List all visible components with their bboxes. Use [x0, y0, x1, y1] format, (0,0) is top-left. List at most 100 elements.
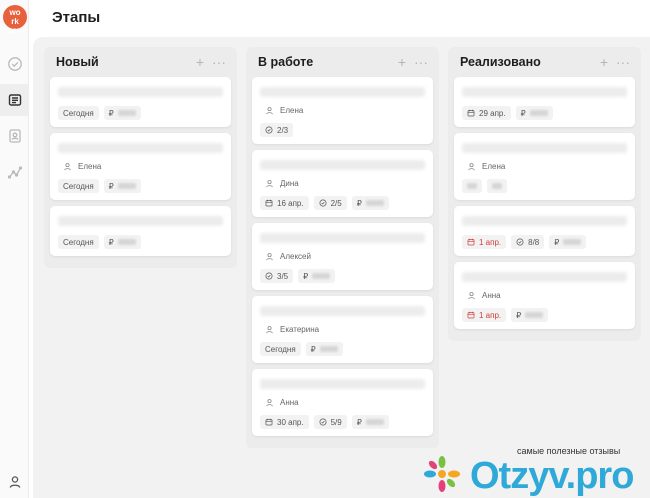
- card-title-blurred: [260, 233, 425, 243]
- date-tag: 30 апр.: [260, 415, 309, 429]
- card-assignee: Анна: [467, 291, 627, 300]
- assignee-name: Алексей: [280, 252, 311, 261]
- sidebar-item-contacts[interactable]: [0, 120, 29, 152]
- column-header: Новый + ···: [50, 47, 231, 77]
- assignee-name: Елена: [280, 106, 304, 115]
- column-actions: + ···: [196, 54, 226, 70]
- blurred-value: [467, 183, 477, 189]
- column-menu-button[interactable]: ···: [616, 54, 630, 70]
- user-icon: [266, 180, 273, 188]
- card-tags: 2/3: [260, 123, 425, 137]
- due-text: Сегодня: [265, 344, 296, 354]
- column-menu-button[interactable]: ···: [212, 54, 226, 70]
- checklist-icon: [265, 272, 273, 280]
- task-card[interactable]: 1 апр. 8/8 ₽: [454, 206, 635, 256]
- user-icon: [468, 292, 475, 300]
- date-tag: 16 апр.: [260, 196, 309, 210]
- check-circle-icon: [7, 57, 22, 71]
- currency-symbol: ₽: [108, 181, 114, 191]
- task-card[interactable]: Елена: [454, 133, 635, 200]
- column-actions: + ···: [398, 54, 428, 70]
- checklist-progress: 5/9: [330, 417, 342, 427]
- price-value-blurred: [365, 419, 384, 425]
- currency-symbol: ₽: [310, 344, 316, 354]
- column-header: Реализовано + ···: [454, 47, 635, 77]
- price-tag: ₽: [103, 235, 141, 249]
- user-icon: [266, 253, 273, 261]
- date-text: 29 апр.: [479, 108, 506, 118]
- blurred-tag: [462, 179, 482, 193]
- calendar-icon: [467, 311, 475, 319]
- card-title-blurred: [462, 272, 627, 282]
- add-card-button[interactable]: +: [196, 54, 204, 70]
- due-tag: Сегодня: [58, 235, 99, 249]
- card-assignee: Елена: [467, 162, 627, 171]
- checklist-tag: 8/8: [511, 235, 545, 249]
- price-value-blurred: [312, 273, 331, 279]
- price-value-blurred: [563, 239, 582, 245]
- column-menu-button[interactable]: ···: [414, 54, 428, 70]
- card-title-blurred: [260, 160, 425, 170]
- price-tag: ₽: [103, 179, 141, 193]
- blurred-value: [492, 183, 502, 189]
- assignee-name: Анна: [280, 398, 299, 407]
- sidebar-item-stages[interactable]: [0, 84, 29, 116]
- app-logo[interactable]: wo rk zen: [3, 5, 27, 35]
- task-card[interactable]: Анна 30 апр. 5/9 ₽: [252, 369, 433, 436]
- kanban-board: Новый + ··· Сегодня ₽ Елена Сегодня ₽ Сегодня ₽ В…: [33, 37, 650, 498]
- price-tag: ₽: [511, 308, 549, 322]
- due-text: Сегодня: [63, 237, 94, 247]
- price-tag: ₽: [305, 342, 343, 356]
- due-tag: Сегодня: [58, 106, 99, 120]
- date-tag: 1 апр.: [462, 308, 507, 322]
- card-tags: Сегодня ₽: [58, 106, 223, 120]
- otzyv-logo-icon: [424, 456, 460, 492]
- profile-button[interactable]: [0, 466, 29, 498]
- card-tags: 3/5 ₽: [260, 269, 425, 283]
- checklist-tag: 2/5: [313, 196, 347, 210]
- checklist-progress: 8/8: [528, 237, 540, 247]
- price-tag: ₽: [351, 415, 389, 429]
- checklist-tag: 2/3: [260, 123, 294, 137]
- sidebar: wo rk zen: [0, 0, 29, 498]
- task-card[interactable]: 29 апр. ₽: [454, 77, 635, 127]
- checklist-progress: 2/5: [330, 198, 342, 208]
- card-assignee: Екатерина: [265, 325, 425, 334]
- card-title-blurred: [260, 306, 425, 316]
- column-title: В работе: [258, 55, 314, 69]
- task-card[interactable]: Алексей 3/5 ₽: [252, 223, 433, 290]
- card-tags: Сегодня ₽: [260, 342, 425, 356]
- due-tag: Сегодня: [58, 179, 99, 193]
- task-card[interactable]: Сегодня ₽: [50, 77, 231, 127]
- calendar-icon: [265, 199, 273, 207]
- blurred-tag: [487, 179, 507, 193]
- assignee-name: Елена: [482, 162, 506, 171]
- user-icon: [266, 326, 273, 334]
- card-tags: 16 апр. 2/5 ₽: [260, 196, 425, 210]
- sidebar-item-analytics[interactable]: [0, 156, 29, 188]
- task-card[interactable]: Сегодня ₽: [50, 206, 231, 256]
- column-header: В работе + ···: [252, 47, 433, 77]
- card-assignee: Елена: [265, 106, 425, 115]
- task-card[interactable]: Анна 1 апр. ₽: [454, 262, 635, 329]
- task-card[interactable]: Екатерина Сегодня ₽: [252, 296, 433, 363]
- task-card[interactable]: Елена Сегодня ₽: [50, 133, 231, 200]
- add-card-button[interactable]: +: [600, 54, 608, 70]
- add-card-button[interactable]: +: [398, 54, 406, 70]
- user-icon: [468, 163, 475, 171]
- date-text: 1 апр.: [479, 310, 502, 320]
- card-tags: 1 апр. ₽: [462, 308, 627, 322]
- calendar-icon: [467, 109, 475, 117]
- calendar-icon: [467, 238, 475, 246]
- task-card[interactable]: Елена 2/3: [252, 77, 433, 144]
- column-title: Реализовано: [460, 55, 541, 69]
- card-tags: Сегодня ₽: [58, 179, 223, 193]
- watermark: самые полезные отзывы Otzyv.pro: [410, 442, 650, 498]
- user-icon: [266, 399, 273, 407]
- card-assignee: Елена: [63, 162, 223, 171]
- card-assignee: Анна: [265, 398, 425, 407]
- task-card[interactable]: Дина 16 апр. 2/5 ₽: [252, 150, 433, 217]
- date-text: 30 апр.: [277, 417, 304, 427]
- sidebar-item-tasks[interactable]: [0, 48, 29, 80]
- card-title-blurred: [58, 216, 223, 226]
